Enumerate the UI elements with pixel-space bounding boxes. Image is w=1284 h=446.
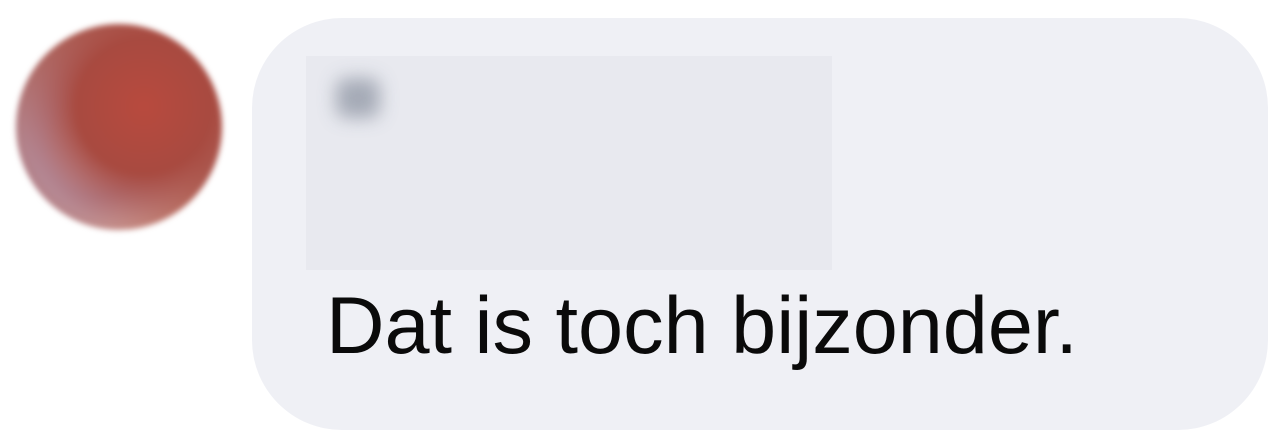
chat-screen: Dat is toch bijzonder. <box>0 0 1284 446</box>
message-text: Dat is toch bijzonder. <box>326 281 1078 371</box>
avatar[interactable] <box>16 24 222 230</box>
reply-preview[interactable] <box>306 56 832 270</box>
reply-source-icon <box>336 78 380 118</box>
